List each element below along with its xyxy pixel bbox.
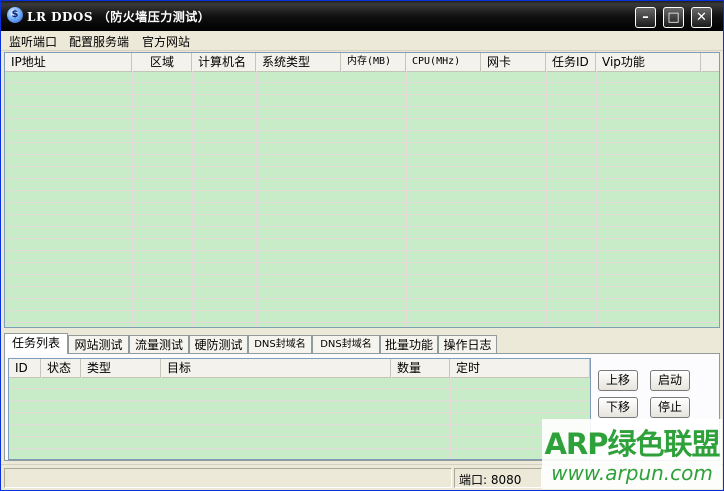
status-pane-port: 端口: 8080 <box>454 468 542 488</box>
title-bar[interactable]: $ LR DDOS （防火墙压力测试） – □ ✕ <box>1 1 723 31</box>
stop-button[interactable]: 停止 <box>650 397 690 418</box>
watermark-brand: ARP绿色联盟 <box>544 427 720 461</box>
tab-hardware-firewall-test[interactable]: 硬防测试 <box>189 335 248 353</box>
app-icon: $ <box>7 7 23 23</box>
column-count[interactable]: 数量 <box>391 359 450 377</box>
watermark-url: www.arpun.com <box>551 461 713 485</box>
grid-divider <box>161 377 162 459</box>
column-status[interactable]: 状态 <box>41 359 81 377</box>
start-button[interactable]: 启动 <box>650 370 690 391</box>
grid-divider <box>192 71 193 327</box>
tab-site-test[interactable]: 网站测试 <box>68 335 129 353</box>
close-button[interactable]: ✕ <box>691 7 712 28</box>
host-list-header: IP地址 区域 计算机名 系统类型 内存(MB) CPU(MHz) 网卡 任务I… <box>5 53 719 72</box>
column-region[interactable]: 区域 <box>144 53 192 71</box>
column-schedule[interactable]: 定时 <box>450 359 590 377</box>
grid-divider <box>406 71 407 327</box>
column-task-id[interactable]: 任务ID <box>546 53 596 71</box>
column-vip[interactable]: Vip功能 <box>596 53 701 71</box>
grid-divider <box>546 71 547 327</box>
grid-divider <box>701 71 702 327</box>
tab-traffic-test[interactable]: 流量测试 <box>129 335 189 353</box>
column-os-type[interactable]: 系统类型 <box>256 53 341 71</box>
minimize-button[interactable]: – <box>635 7 656 28</box>
task-list[interactable]: ID 状态 类型 目标 数量 定时 <box>8 358 591 460</box>
grid-divider <box>341 71 342 327</box>
column-computer-name[interactable]: 计算机名 <box>192 53 256 71</box>
grid-divider <box>596 71 597 327</box>
column-nic[interactable]: 网卡 <box>481 53 546 71</box>
maximize-button[interactable]: □ <box>663 7 684 28</box>
grid-divider <box>450 377 451 459</box>
task-list-rows <box>9 377 590 459</box>
tab-dns-block-2[interactable]: DNS封域名 <box>312 335 380 353</box>
tab-operation-log[interactable]: 操作日志 <box>438 335 497 353</box>
tab-dns-block-1[interactable]: DNS封域名 <box>248 335 312 353</box>
grid-divider <box>256 71 257 327</box>
column-id[interactable]: ID <box>9 359 41 377</box>
grid-divider <box>81 377 82 459</box>
port-status: 端口: 8080 <box>459 473 522 487</box>
menu-official-site[interactable]: 官方网站 <box>142 33 190 50</box>
watermark-logo: ARP绿色联盟 www.arpun.com <box>542 419 722 489</box>
grid-divider <box>132 71 133 327</box>
column-ip[interactable]: IP地址 <box>5 53 132 71</box>
task-list-header: ID 状态 类型 目标 数量 定时 <box>9 359 590 378</box>
status-pane-main <box>4 468 452 488</box>
move-up-button[interactable]: 上移 <box>598 370 638 391</box>
window-title: LR DDOS （防火墙压力测试） <box>27 10 211 24</box>
app-window: $ LR DDOS （防火墙压力测试） – □ ✕ 监听端口 配置服务端 官方网… <box>0 0 724 491</box>
tab-task-list[interactable]: 任务列表 <box>4 333 68 354</box>
host-list[interactable]: IP地址 区域 计算机名 系统类型 内存(MB) CPU(MHz) 网卡 任务I… <box>4 52 720 328</box>
move-down-button[interactable]: 下移 <box>598 397 638 418</box>
host-list-rows <box>5 71 719 327</box>
column-cpu[interactable]: CPU(MHz) <box>406 53 481 71</box>
column-type[interactable]: 类型 <box>81 359 161 377</box>
menu-config-server[interactable]: 配置服务端 <box>69 33 129 50</box>
grid-divider <box>481 71 482 327</box>
menu-listen-port[interactable]: 监听端口 <box>9 33 57 50</box>
menu-bar: 监听端口 配置服务端 官方网站 <box>1 31 723 51</box>
column-target[interactable]: 目标 <box>161 359 391 377</box>
column-memory[interactable]: 内存(MB) <box>341 53 406 71</box>
tab-batch[interactable]: 批量功能 <box>380 335 438 353</box>
grid-divider <box>41 377 42 459</box>
grid-divider <box>391 377 392 459</box>
